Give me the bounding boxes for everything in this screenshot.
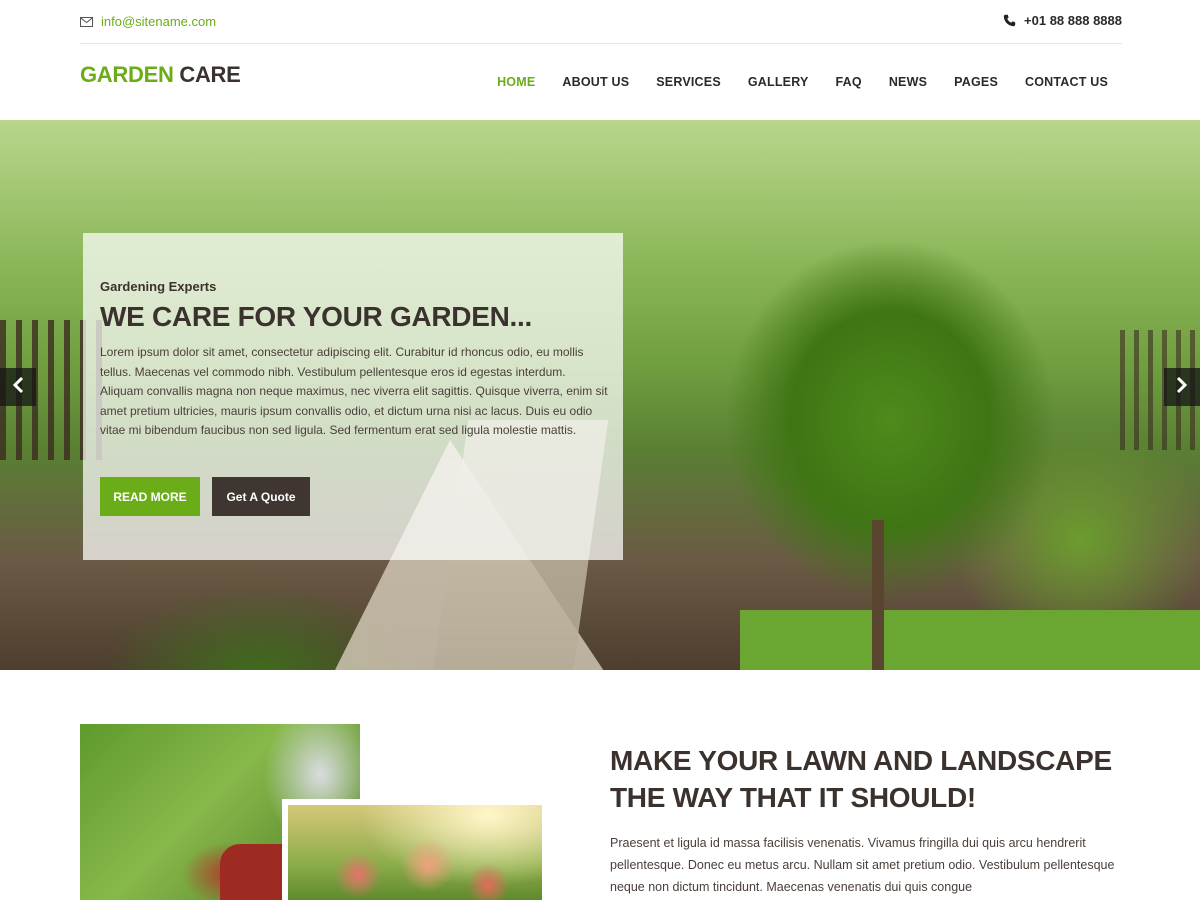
slider-next-button[interactable] <box>1164 368 1200 406</box>
intro-image-flowers <box>282 799 548 900</box>
contact-email[interactable]: info@sitename.com <box>80 14 216 29</box>
chevron-left-icon <box>11 376 25 399</box>
logo-word-garden: GARDEN <box>80 62 174 87</box>
nav-services[interactable]: SERVICES <box>656 75 721 89</box>
email-text: info@sitename.com <box>101 14 217 29</box>
nav-faq[interactable]: FAQ <box>836 75 862 89</box>
logo-word-care: CARE <box>179 62 241 87</box>
slider-prev-button[interactable] <box>0 368 36 406</box>
phone-icon <box>1003 14 1016 27</box>
read-more-button[interactable]: READ MORE <box>100 477 200 516</box>
envelope-icon <box>80 16 93 27</box>
nav-contact-us[interactable]: CONTACT US <box>1025 75 1108 89</box>
intro-heading-line-1: MAKE YOUR LAWN AND LANDSCAPE <box>610 745 1112 776</box>
contact-phone[interactable]: +01 88 888 8888 <box>1003 13 1122 28</box>
hero-caption-box: Gardening Experts WE CARE FOR YOUR GARDE… <box>83 233 623 560</box>
hero-subtitle: Gardening Experts <box>100 279 217 294</box>
intro-heading-line-2: THE WAY THAT IT SHOULD! <box>610 782 976 813</box>
hero-bg-grass <box>740 610 1200 670</box>
chevron-right-icon <box>1175 376 1189 399</box>
top-bar: info@sitename.com +01 88 888 8888 <box>80 0 1122 44</box>
hero-slider: Gardening Experts WE CARE FOR YOUR GARDE… <box>0 120 1200 670</box>
main-nav: HOME ABOUT US SERVICES GALLERY FAQ NEWS … <box>497 75 1108 89</box>
phone-text: +01 88 888 8888 <box>1024 13 1122 28</box>
nav-gallery[interactable]: GALLERY <box>748 75 809 89</box>
nav-pages[interactable]: PAGES <box>954 75 998 89</box>
site-logo[interactable]: GARDEN CARE <box>80 62 241 88</box>
nav-news[interactable]: NEWS <box>889 75 927 89</box>
hero-bg-tree-trunk <box>872 520 884 670</box>
intro-paragraph: Praesent et ligula id massa facilisis ve… <box>610 836 1115 894</box>
nav-about-us[interactable]: ABOUT US <box>562 75 629 89</box>
intro-heading: MAKE YOUR LAWN AND LANDSCAPE THE WAY THA… <box>610 742 1150 816</box>
nav-home[interactable]: HOME <box>497 75 535 89</box>
hero-title: WE CARE FOR YOUR GARDEN... <box>100 301 532 332</box>
site-header: GARDEN CARE HOME ABOUT US SERVICES GALLE… <box>80 44 1122 120</box>
get-quote-button[interactable]: Get A Quote <box>212 477 310 516</box>
hero-description: Lorem ipsum dolor sit amet, consectetur … <box>100 345 608 438</box>
